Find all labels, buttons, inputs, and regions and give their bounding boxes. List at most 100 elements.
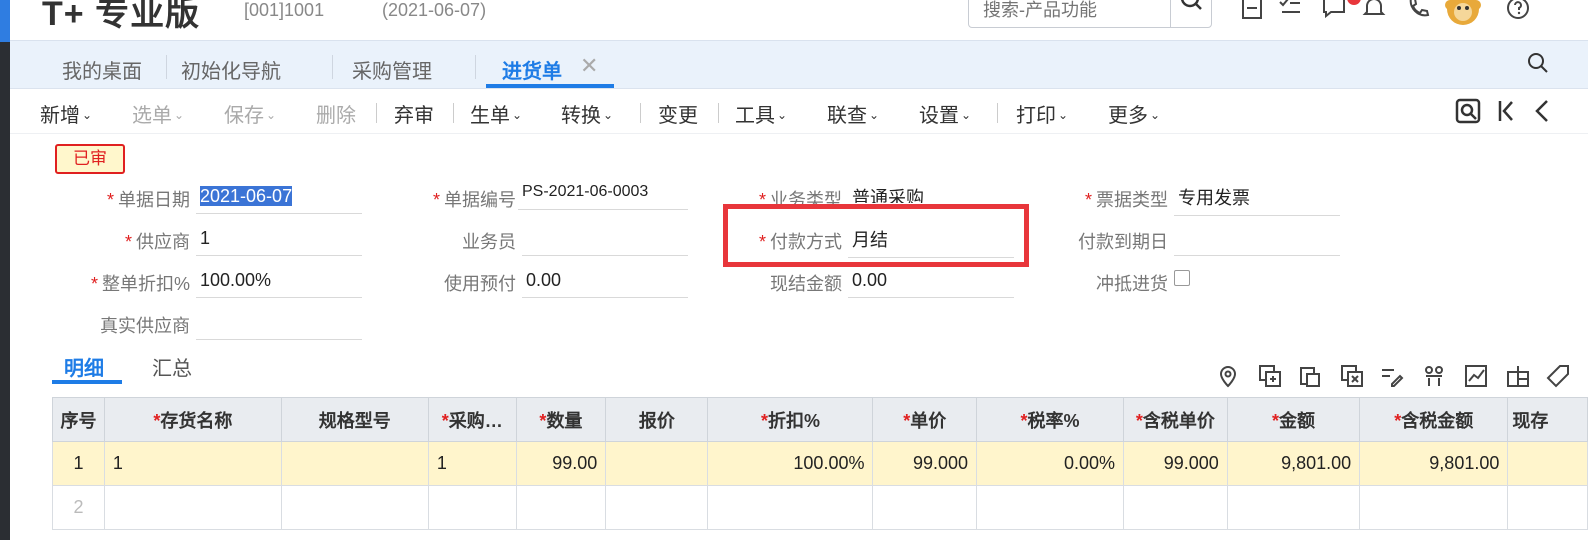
table-cell[interactable] — [605, 485, 709, 530]
table-cell[interactable]: 9,801.00 — [1359, 441, 1509, 486]
location-icon[interactable] — [1216, 364, 1240, 388]
col-header[interactable]: *采购… — [427, 397, 517, 442]
tab-purchase-receipt[interactable]: 进货单 — [502, 55, 562, 84]
tab-close-icon[interactable]: ✕ — [580, 53, 598, 79]
convert-button[interactable]: 转换 ⌄ — [561, 99, 613, 128]
invoice-type-field[interactable]: 专用发票 — [1174, 186, 1340, 216]
salesman-field[interactable] — [522, 226, 688, 256]
table-cell[interactable]: 99.000 — [1123, 441, 1228, 486]
table-cell[interactable] — [872, 485, 978, 530]
select-source-button[interactable]: 选单 ⌄ — [132, 99, 184, 128]
table-cell[interactable]: 1 — [427, 441, 517, 486]
col-header[interactable]: *含税金额 — [1359, 397, 1509, 442]
table-cell[interactable] — [103, 485, 282, 530]
doc-date-field[interactable]: 2021-06-07 — [196, 184, 362, 214]
active-tab-indicator — [486, 84, 614, 88]
col-header[interactable]: *数量 — [515, 397, 607, 442]
linked-query-button[interactable]: 联查 ⌄ — [827, 99, 879, 128]
col-header[interactable]: *金额 — [1226, 397, 1361, 442]
col-header[interactable]: *折扣% — [707, 397, 874, 442]
col-header[interactable]: *含税单价 — [1123, 397, 1228, 442]
edit-icon[interactable] — [1380, 364, 1404, 388]
tag-icon[interactable] — [1546, 364, 1570, 388]
table-cell[interactable] — [280, 485, 429, 530]
doc-no-field[interactable]: PS-2021-06-0003 — [518, 180, 688, 210]
table-cell[interactable]: 99.00 — [515, 441, 607, 486]
col-header[interactable]: 现存 — [1507, 397, 1588, 442]
save-button[interactable]: 保存 ⌄ — [224, 99, 276, 128]
supplier-field[interactable]: 1 — [196, 226, 362, 256]
copy-row-icon[interactable] — [1258, 364, 1282, 388]
cash-amount-label: 现结金额 — [770, 274, 842, 294]
search-button[interactable] — [1170, 0, 1211, 27]
phone-icon[interactable] — [1406, 0, 1430, 20]
print-button[interactable]: 打印 ⌄ — [1016, 99, 1068, 128]
col-header[interactable]: 报价 — [605, 397, 709, 442]
col-header[interactable]: *单价 — [872, 397, 978, 442]
table-cell[interactable]: 0.00% — [976, 441, 1124, 486]
tab-desktop[interactable]: 我的桌面 — [62, 55, 142, 84]
bell-icon[interactable] — [1362, 0, 1386, 20]
message-icon[interactable] — [1322, 0, 1346, 20]
invoice-type-label: * 票据类型 — [1038, 186, 1168, 212]
biz-type-field[interactable]: 普通采购 — [848, 186, 1014, 203]
global-search[interactable] — [968, 0, 1212, 28]
table-cell[interactable]: 99.000 — [872, 441, 978, 486]
table-cell[interactable] — [1507, 441, 1588, 486]
columns-icon[interactable] — [1506, 364, 1530, 388]
table-cell[interactable] — [1507, 485, 1588, 530]
tab-init-guide[interactable]: 初始化导航 — [181, 55, 281, 84]
table-cell[interactable] — [605, 441, 709, 486]
help-icon[interactable] — [1506, 0, 1530, 20]
delete-row-icon[interactable] — [1340, 364, 1364, 388]
first-record-icon[interactable] — [1494, 97, 1518, 125]
delete-button[interactable]: 删除 — [316, 99, 356, 128]
preview-icon[interactable] — [1454, 97, 1482, 125]
table-cell[interactable] — [1359, 485, 1509, 530]
discount-field[interactable]: 100.00% — [196, 268, 362, 298]
table-cell[interactable]: 9,801.00 — [1226, 441, 1361, 486]
more-button[interactable]: 更多 ⌄ — [1108, 99, 1160, 128]
prepay-field[interactable]: 0.00 — [522, 268, 688, 298]
save-icon[interactable] — [1240, 0, 1264, 20]
barcode-icon[interactable] — [1422, 364, 1446, 388]
tab-purchase-mgmt[interactable]: 采购管理 — [352, 55, 432, 84]
new-button[interactable]: 新增 ⌄ — [40, 99, 92, 128]
table-cell[interactable] — [1226, 485, 1361, 530]
cash-amount-field[interactable]: 0.00 — [848, 268, 1014, 298]
table-cell[interactable] — [707, 485, 874, 530]
table-cell[interactable] — [280, 441, 429, 486]
table-cell[interactable] — [1123, 485, 1228, 530]
chevron-down-icon: ⌄ — [266, 108, 277, 122]
col-header[interactable]: 规格型号 — [280, 397, 429, 442]
tools-button[interactable]: 工具 ⌄ — [735, 99, 787, 128]
table-cell[interactable] — [515, 485, 607, 530]
settings-button[interactable]: 设置 ⌄ — [919, 99, 971, 128]
offset-checkbox[interactable] — [1174, 270, 1190, 286]
avatar-icon[interactable] — [1442, 0, 1484, 30]
due-date-field[interactable] — [1174, 226, 1340, 256]
table-row[interactable]: 2 — [52, 485, 1588, 530]
table-cell[interactable]: 2 — [52, 485, 105, 530]
table-cell[interactable] — [427, 485, 517, 530]
table-row[interactable]: 1 1 1 99.00 100.00% 99.000 0.00% 99.000 … — [52, 441, 1588, 486]
search-input[interactable] — [981, 0, 1165, 22]
table-cell[interactable]: 1 — [52, 441, 105, 486]
table-cell[interactable] — [976, 485, 1124, 530]
table-cell[interactable]: 100.00% — [707, 441, 874, 486]
tab-summary[interactable]: 汇总 — [152, 352, 192, 381]
col-header[interactable]: *存货名称 — [103, 397, 282, 442]
unapprove-button[interactable]: 弃审 — [394, 99, 434, 128]
generate-button[interactable]: 生单 ⌄ — [470, 99, 522, 128]
tab-search-icon[interactable] — [1526, 51, 1550, 75]
col-header[interactable]: 序号 — [52, 397, 105, 442]
col-header[interactable]: *税率% — [976, 397, 1124, 442]
paste-row-icon[interactable] — [1298, 364, 1322, 388]
previous-record-icon[interactable] — [1530, 97, 1554, 125]
checklist-icon[interactable] — [1278, 0, 1302, 20]
trend-icon[interactable] — [1464, 364, 1488, 388]
table-cell[interactable]: 1 — [103, 441, 282, 486]
tab-detail[interactable]: 明细 — [64, 352, 104, 381]
real-supplier-field[interactable] — [196, 310, 362, 340]
change-button[interactable]: 变更 — [658, 99, 698, 128]
